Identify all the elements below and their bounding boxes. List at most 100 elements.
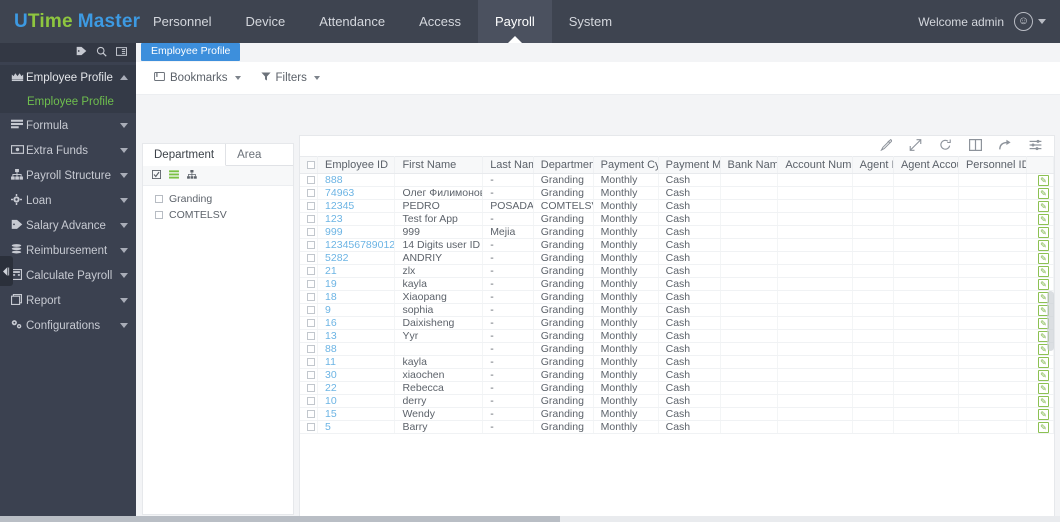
select-all-header[interactable] [300,156,319,174]
row-checkbox-cell[interactable] [300,316,319,330]
table-row[interactable]: 5 Barry - Granding Monthly Cash ✎ [300,420,1054,434]
col-last-name[interactable]: Last Name [482,156,534,174]
cell-actions[interactable]: ✎ [1026,186,1054,200]
table-row[interactable]: 22 Rebecca - Granding Monthly Cash ✎ [300,381,1054,395]
row-checkbox-cell[interactable] [300,394,319,408]
checkbox[interactable] [307,267,315,276]
edit-icon[interactable]: ✎ [1038,396,1050,407]
cell-employee-id[interactable]: 19 [317,277,396,291]
row-checkbox-cell[interactable] [300,251,319,265]
filters-button[interactable]: Filters [260,72,320,84]
table-row[interactable]: 15 Wendy - Granding Monthly Cash ✎ [300,407,1054,421]
employee-id-link[interactable]: 123 [325,213,343,225]
col-personnel-id[interactable]: Personnel ID [958,156,1028,174]
checkbox[interactable] [307,228,315,237]
table-row[interactable]: 5282 ANDRIY - Granding Monthly Cash ✎ [300,251,1054,265]
tree-node-comtelsv[interactable]: COMTELSV [155,209,293,221]
nav-item-attendance[interactable]: Attendance [302,0,402,43]
employee-id-link[interactable]: 18 [325,291,337,303]
checkbox[interactable] [307,306,315,315]
edit-icon[interactable]: ✎ [1038,422,1050,433]
employee-id-link[interactable]: 5 [325,421,331,433]
row-checkbox-cell[interactable] [300,238,319,252]
user-menu[interactable]: ☺ [1014,12,1046,31]
expand-icon[interactable] [909,138,922,154]
edit-icon[interactable]: ✎ [1038,175,1050,186]
cell-actions[interactable]: ✎ [1026,420,1054,434]
edit-icon[interactable]: ✎ [1038,253,1050,264]
cell-employee-id[interactable]: 888 [317,173,396,187]
cell-employee-id[interactable]: 10 [317,394,396,408]
employee-id-link[interactable]: 30 [325,369,337,381]
table-row[interactable]: 10 derry - Granding Monthly Cash ✎ [300,394,1054,408]
list-view-icon[interactable] [169,169,179,182]
employee-id-link[interactable]: 5282 [325,252,348,264]
row-checkbox-cell[interactable] [300,277,319,291]
table-row[interactable]: 88- Granding Monthly Cash ✎ [300,342,1054,356]
row-checkbox-cell[interactable] [300,173,319,187]
table-row[interactable]: 888 - Granding Monthly Cash ✎ [300,173,1054,187]
cell-actions[interactable]: ✎ [1026,199,1054,213]
row-checkbox-cell[interactable] [300,212,319,226]
sidebar-subitem-employee-profile[interactable]: Employee Profile [0,90,136,113]
sidebar-item-formula[interactable]: Formula [0,113,136,138]
sidebar-item-reimbursement[interactable]: Reimbursement [0,238,136,263]
edit-icon[interactable]: ✎ [1038,409,1050,420]
col-account-number[interactable]: Account Number [777,156,853,174]
checkbox[interactable] [307,410,315,419]
search-icon[interactable] [96,46,107,60]
checkbox[interactable] [307,176,315,185]
export-icon[interactable] [999,139,1012,154]
employee-id-link[interactable]: 999 [325,226,343,238]
tab-employee-profile[interactable]: Employee Profile [141,43,241,61]
columns-icon[interactable] [969,138,983,154]
cell-employee-id[interactable]: 11 [317,355,396,369]
employee-id-link[interactable]: 12345 [325,200,354,212]
col-department[interactable]: Department [533,156,594,174]
sidebar-collapse-handle[interactable] [0,256,13,286]
employee-id-link[interactable]: 10 [325,395,337,407]
checkbox[interactable] [307,397,315,406]
row-checkbox-cell[interactable] [300,381,319,395]
row-checkbox-cell[interactable] [300,303,319,317]
table-row[interactable]: 9 sophia - Granding Monthly Cash ✎ [300,303,1054,317]
row-checkbox-cell[interactable] [300,329,319,343]
sidebar-item-report[interactable]: Report [0,288,136,313]
checkbox[interactable] [307,332,315,341]
row-checkbox-cell[interactable] [300,420,319,434]
table-row[interactable]: 18 Xiaopang - Granding Monthly Cash ✎ [300,290,1054,304]
col-bank-name[interactable]: Bank Name [720,156,779,174]
sidebar-item-configurations[interactable]: Configurations [0,313,136,338]
row-checkbox-cell[interactable] [300,290,319,304]
cell-actions[interactable]: ✎ [1026,368,1054,382]
checkbox[interactable] [155,194,163,203]
cell-employee-id[interactable]: 21 [317,264,396,278]
col-employee-id[interactable]: Employee ID [317,156,396,174]
cell-actions[interactable]: ✎ [1026,407,1054,421]
nav-item-device[interactable]: Device [229,0,303,43]
employee-id-link[interactable]: 88 [325,343,337,355]
cell-actions[interactable]: ✎ [1026,355,1054,369]
row-checkbox-cell[interactable] [300,199,319,213]
employee-id-link[interactable]: 888 [325,174,343,186]
employee-id-link[interactable]: 15 [325,408,337,420]
employee-id-link[interactable]: 13 [325,330,337,342]
cell-employee-id[interactable]: 18 [317,290,396,304]
edit-icon[interactable]: ✎ [1038,370,1050,381]
col-agent-account[interactable]: Agent Account [893,156,959,174]
edit-icon[interactable]: ✎ [1038,266,1050,277]
edit-icon[interactable]: ✎ [1038,201,1050,212]
checkbox[interactable] [307,280,315,289]
magic-wand-icon[interactable] [879,138,893,154]
refresh-history-icon[interactable] [939,139,952,154]
row-checkbox-cell[interactable] [300,355,319,369]
checkbox[interactable] [307,371,315,380]
tree-node-granding[interactable]: Granding [155,193,293,205]
sidebar-item-calculate-payroll[interactable]: Calculate Payroll [0,263,136,288]
checkbox[interactable] [307,384,315,393]
checkbox[interactable] [307,293,315,302]
cell-employee-id[interactable]: 30 [317,368,396,382]
employee-id-link[interactable]: 74963 [325,187,354,199]
table-row[interactable]: 12345 PEDRO POSADA COMTELSV Monthly Cash ✎ [300,199,1054,213]
checkbox[interactable] [307,202,315,211]
